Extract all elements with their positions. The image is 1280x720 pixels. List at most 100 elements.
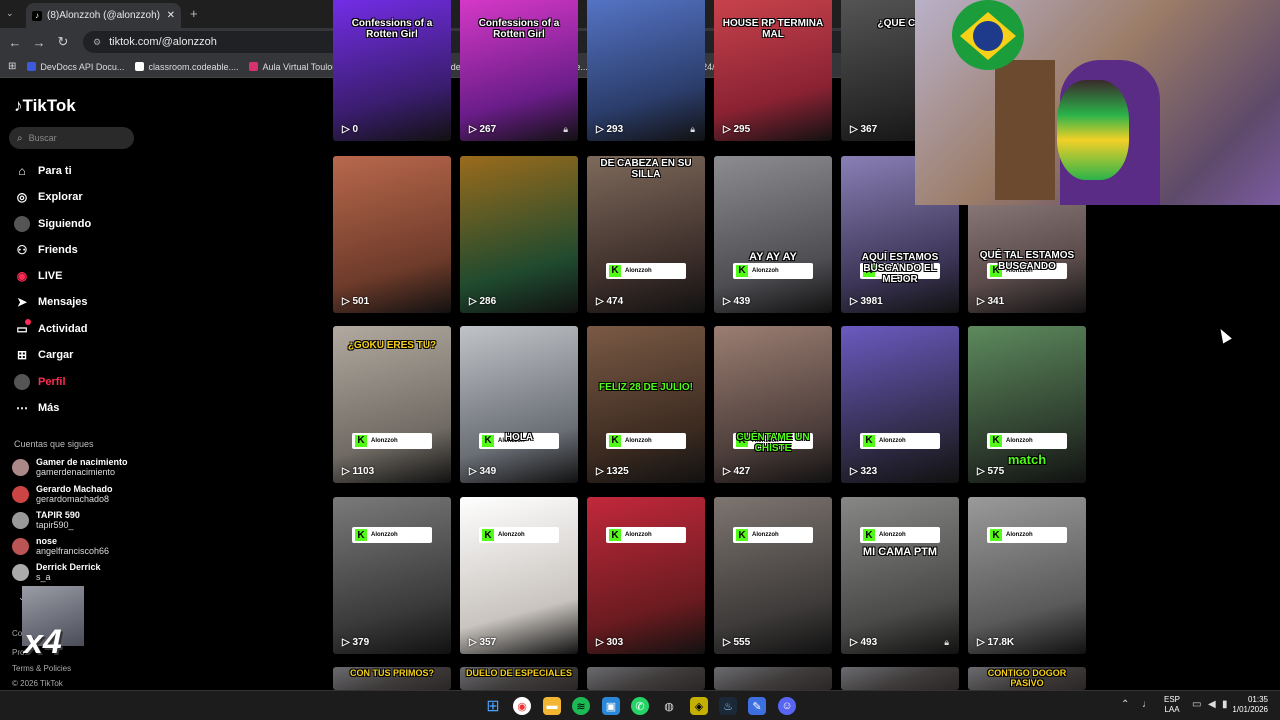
copyright: © 2026 TikTok: [12, 679, 63, 688]
video-thumbnail[interactable]: K Alonzzoh AY AY AY ▷ 439: [714, 156, 832, 313]
video-caption: DE CABEZA EN SU SILLA: [600, 158, 692, 180]
video-thumbnail[interactable]: Confessions of a Rotten Girl ▷ 267 🔒︎: [460, 0, 578, 141]
sidebar-item-mensajes[interactable]: ➤ Mensajes: [14, 293, 154, 311]
video-thumbnail[interactable]: K Alonzzoh ▷ 555: [714, 497, 832, 654]
file-explorer-icon[interactable]: ▬: [543, 697, 561, 715]
bookmark-item[interactable]: DevDocs API Docu...: [27, 62, 124, 72]
footer-link-co[interactable]: Co: [12, 629, 22, 638]
followed-account[interactable]: nose angelfranciscoh66: [12, 534, 162, 558]
video-thumbnail[interactable]: K Alonzzoh ▷ 357: [460, 497, 578, 654]
followed-account[interactable]: Derrick Derrick s_a: [12, 560, 162, 584]
view-count: 0: [352, 124, 359, 135]
video-thumbnail[interactable]: [587, 667, 705, 690]
video-thumbnail[interactable]: [714, 667, 832, 690]
video-thumbnail[interactable]: K Alonzzoh ¿GOKU ERES TU? ▷ 1103: [333, 326, 451, 483]
video-thumbnail[interactable]: K Alonzzoh DE CABEZA EN SU SILLA ▷ 474: [587, 156, 705, 313]
video-caption: Confessions of a Rotten Girl: [351, 18, 433, 40]
bookmark-item[interactable]: classroom.codeable....: [135, 62, 238, 72]
discord-icon[interactable]: ☺: [778, 697, 796, 715]
kick-badge: K Alonzzoh: [733, 262, 813, 279]
video-thumbnail[interactable]: ▷ 286: [460, 156, 578, 313]
view-count-row: ▷ 0: [342, 124, 358, 135]
view-count: 1325: [606, 466, 629, 477]
site-info-icon[interactable]: ⚙: [93, 37, 101, 48]
app-icon[interactable]: ◈: [690, 697, 708, 715]
volume-icon[interactable]: ◀: [1208, 699, 1216, 710]
sidebar-item-parati[interactable]: ⌂ Para ti: [14, 162, 154, 180]
account-username: tapir590_: [36, 520, 74, 530]
video-thumbnail[interactable]: K Alonzzoh ▷ 323: [841, 326, 959, 483]
sidebar-item-friends[interactable]: ⚇ Friends: [14, 241, 154, 259]
reload-icon[interactable]: ↻: [51, 34, 75, 50]
sidebar-item-label: Perfil: [38, 376, 66, 388]
view-count: 3981: [860, 296, 883, 307]
clock[interactable]: 01:35 1/01/2026: [1230, 695, 1268, 715]
sidebar-item-cargar[interactable]: ⊞ Cargar: [14, 346, 154, 364]
video-thumbnail[interactable]: K Alonzzoh FELIZ 28 DE JULIO! ▷ 1325: [587, 326, 705, 483]
new-tab-button[interactable]: +: [190, 6, 198, 21]
tiktok-logo[interactable]: ♪TikTok: [14, 96, 76, 116]
notification-dot: [25, 319, 31, 325]
followed-account[interactable]: Gamer de nacimiento gamerdenacimiento: [12, 455, 162, 479]
tab-list-chevron-icon[interactable]: ⌄: [6, 8, 14, 19]
spotify-icon[interactable]: ≋: [572, 697, 590, 715]
footer-link-pro[interactable]: Pro: [12, 648, 24, 657]
footer-link-terms[interactable]: Terms & Policies: [12, 664, 71, 673]
video-thumbnail[interactable]: K Alonzzoh ▷ 379: [333, 497, 451, 654]
forward-arrow-icon[interactable]: →: [27, 35, 51, 50]
bookmark-label: DevDocs API Docu...: [40, 61, 125, 72]
sidebar-item-perfil[interactable]: ● Perfil: [14, 373, 154, 391]
tray-chevron-icon[interactable]: ⌃: [1121, 699, 1129, 710]
video-thumbnail[interactable]: Confessions of a Rotten Girl ▷ 0: [333, 0, 451, 141]
speed-overlay-label: x4: [24, 623, 62, 661]
kick-badge: K Alonzzoh: [606, 432, 686, 449]
video-thumbnail[interactable]: K Alonzzoh ▷ 303: [587, 497, 705, 654]
search-input[interactable]: ⌕ Buscar: [9, 127, 134, 149]
chrome-icon[interactable]: ◉: [513, 697, 531, 715]
whatsapp-icon[interactable]: ✆: [631, 697, 649, 715]
close-tab-icon[interactable]: ✕: [167, 10, 175, 21]
kick-logo-icon: K: [355, 529, 367, 541]
battery-icon[interactable]: ▮: [1222, 699, 1228, 710]
sidebar-item-ms[interactable]: ⋯ Más: [14, 399, 154, 417]
video-thumbnail[interactable]: K Alonzzoh MI CAMA PTM ▷ 493 🔒︎: [841, 497, 959, 654]
language-indicator[interactable]: ESP LAA: [1164, 695, 1180, 715]
video-thumbnail[interactable]: DUELO DE ESPECIALES: [460, 667, 578, 690]
microphone-icon[interactable]: ♩: [1142, 699, 1152, 710]
play-count-icon: ▷: [850, 466, 861, 477]
video-thumbnail[interactable]: ▷ 293 🔒︎: [587, 0, 705, 141]
video-thumbnail[interactable]: K Alonzzoh ▷ 17.8K: [968, 497, 1086, 654]
steam-icon[interactable]: ♨: [719, 697, 737, 715]
view-count-row: ▷ 303: [596, 637, 623, 648]
view-count-row: ▷ 474: [596, 296, 623, 307]
kick-logo-icon: K: [863, 529, 875, 541]
sidebar-item-live[interactable]: ◉ LIVE: [14, 267, 154, 285]
sidebar-item-actividad[interactable]: ▭ Actividad: [14, 319, 154, 338]
editor-icon[interactable]: ✎: [748, 697, 766, 715]
play-count-icon: ▷: [342, 296, 353, 307]
sidebar-item-explorar[interactable]: ◎ Explorar: [14, 188, 154, 206]
browser-tab[interactable]: ♪ (8)Alonzzoh (@alonzzoh) | TikTok ✕: [26, 3, 181, 28]
apps-grid-icon[interactable]: ⊞: [8, 61, 16, 72]
video-thumbnail[interactable]: CON TUS PRIMOS?: [333, 667, 451, 690]
lock-icon: 🔒︎: [690, 125, 695, 135]
video-thumbnail[interactable]: [841, 667, 959, 690]
video-thumbnail[interactable]: HOUSE RP TERMINA MAL ▷ 295: [714, 0, 832, 141]
video-thumbnail[interactable]: K Alonzzoh HOLA ▷ 349: [460, 326, 578, 483]
windows-start-icon[interactable]: ⊞: [484, 697, 502, 715]
video-thumbnail[interactable]: K Alonzzoh CUÉNTAME UN CHISTE ▷ 427: [714, 326, 832, 483]
video-thumbnail[interactable]: K Alonzzoh match ▷ 575: [968, 326, 1086, 483]
back-arrow-icon[interactable]: ←: [3, 35, 27, 50]
followed-account[interactable]: Gerardo Machado gerardomachado8: [12, 482, 162, 506]
sidebar-item-siguiendo[interactable]: ● Siguiendo: [14, 215, 154, 233]
network-icon[interactable]: ▭: [1192, 699, 1201, 710]
clock-date: 1/01/2026: [1232, 705, 1268, 714]
obs-icon[interactable]: ◍: [660, 697, 678, 715]
play-count-icon: ▷: [850, 296, 861, 307]
sidebar-item-label: Actividad: [38, 323, 88, 335]
video-thumbnail[interactable]: CONTIGO DOGOR PASIVO: [968, 667, 1086, 690]
followed-account[interactable]: TAPIR 590 tapir590_: [12, 508, 162, 532]
video-thumbnail[interactable]: ▷ 501: [333, 156, 451, 313]
view-count: 474: [606, 296, 624, 307]
store-icon[interactable]: ▣: [602, 697, 620, 715]
